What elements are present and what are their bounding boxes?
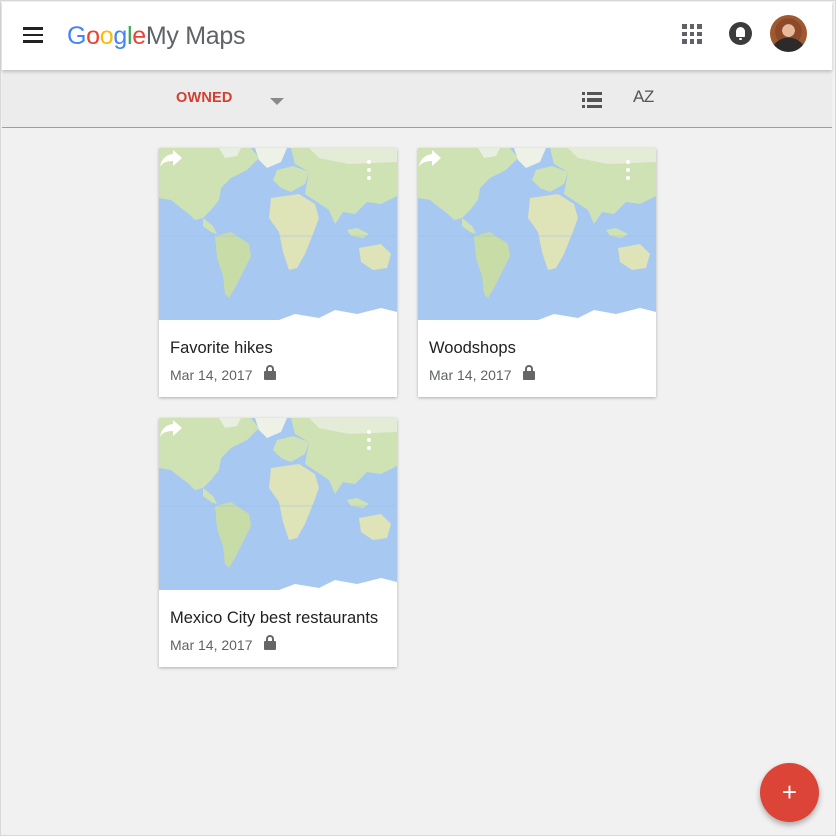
logo-product-name: My Maps (145, 22, 246, 50)
filter-toolbar: OWNED AZ (2, 70, 832, 128)
logo-letter: G (67, 22, 87, 50)
notifications-bell-icon[interactable] (729, 22, 752, 45)
map-date: Mar 14, 2017 (170, 367, 253, 383)
more-options-icon[interactable] (623, 160, 633, 180)
app-header: GoogleMy Maps (2, 2, 832, 70)
more-options-icon[interactable] (364, 160, 374, 180)
create-map-button[interactable]: + (760, 763, 819, 822)
logo-letter: e (132, 22, 146, 50)
lock-icon (263, 635, 277, 651)
map-date: Mar 14, 2017 (170, 637, 253, 653)
lock-icon (263, 365, 277, 381)
map-thumbnail[interactable] (159, 148, 397, 326)
apps-grid-icon[interactable] (682, 24, 702, 44)
list-view-icon[interactable] (582, 92, 602, 108)
map-card[interactable]: Woodshops Mar 14, 2017 (418, 148, 656, 397)
map-thumbnail[interactable] (159, 418, 397, 596)
lock-icon (522, 365, 536, 381)
map-title: Favorite hikes (170, 339, 273, 357)
google-my-maps-logo[interactable]: GoogleMy Maps (67, 19, 245, 53)
owned-filter-dropdown[interactable]: OWNED (176, 90, 233, 106)
dropdown-arrow-icon[interactable] (270, 98, 284, 105)
hamburger-menu-icon[interactable] (20, 24, 46, 46)
sort-az-button[interactable]: AZ (633, 87, 654, 107)
map-thumbnail[interactable] (418, 148, 656, 326)
map-title: Mexico City best restaurants (170, 609, 379, 627)
more-options-icon[interactable] (364, 430, 374, 450)
map-card[interactable]: Favorite hikes Mar 14, 2017 (159, 148, 397, 397)
user-avatar[interactable] (770, 15, 807, 52)
share-icon[interactable] (159, 418, 183, 438)
share-icon[interactable] (418, 148, 442, 168)
map-date: Mar 14, 2017 (429, 367, 512, 383)
logo-letter: g (113, 22, 127, 50)
logo-letter: o (99, 22, 114, 50)
map-title: Woodshops (429, 339, 516, 357)
map-card[interactable]: Mexico City best restaurants Mar 14, 201… (159, 418, 397, 667)
share-icon[interactable] (159, 148, 183, 168)
logo-letter: o (86, 22, 100, 50)
